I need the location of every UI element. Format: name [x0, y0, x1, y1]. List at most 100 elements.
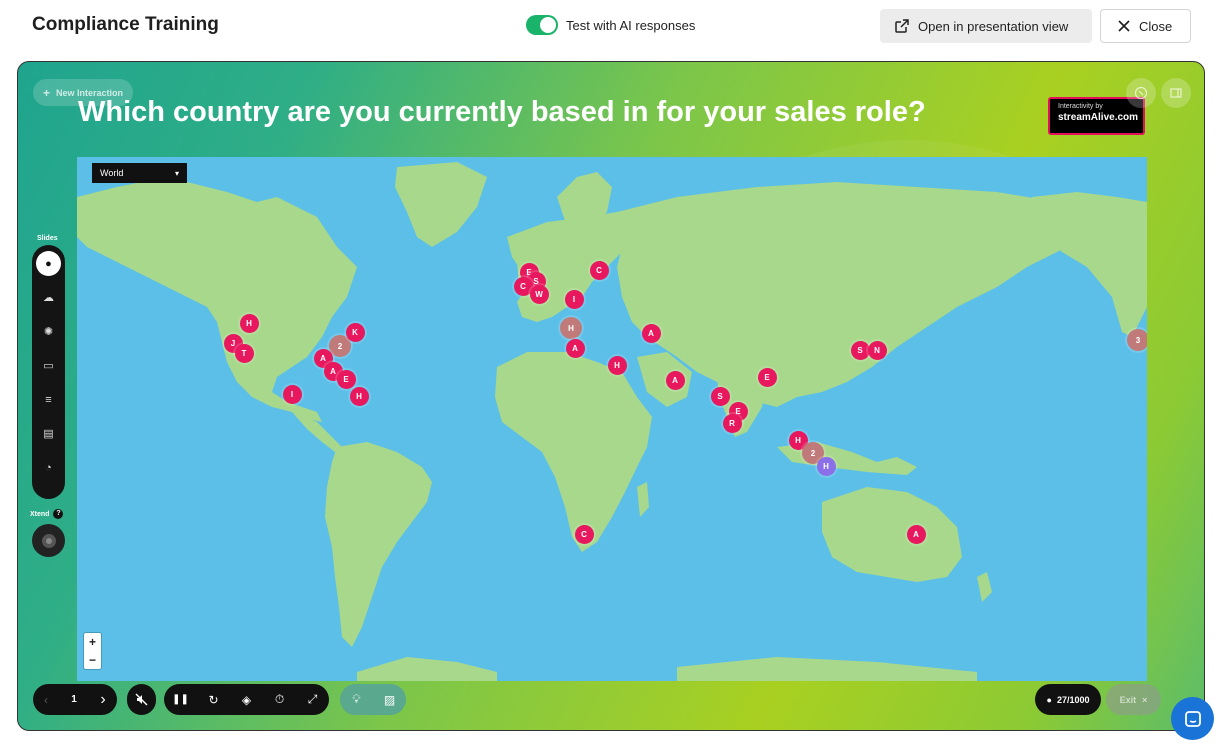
- present-label: Open in presentation view: [918, 18, 1069, 34]
- mute-button[interactable]: [127, 684, 156, 715]
- zoom-in-button[interactable]: +: [84, 633, 101, 651]
- layers-icon: ◈: [241, 692, 252, 707]
- close-icon: ×: [1142, 694, 1148, 705]
- comments-icon: ▤: [43, 428, 54, 440]
- map-marker[interactable]: C: [574, 524, 594, 544]
- toggle-knob: [540, 17, 556, 33]
- slide-comments[interactable]: ▤: [36, 421, 61, 446]
- map-marker[interactable]: H: [239, 313, 259, 333]
- slides-label: Slides: [37, 235, 58, 242]
- map-marker-cluster[interactable]: 3: [1127, 329, 1147, 351]
- close-label: Close: [1139, 18, 1173, 34]
- slide-chat[interactable]: ▭: [36, 353, 61, 378]
- reset-button[interactable]: ↻: [197, 684, 230, 715]
- ai-toggle-label: Test with AI responses: [566, 17, 696, 33]
- close-icon: [1118, 20, 1130, 32]
- xtend-label-group: Xtend ?: [30, 509, 64, 519]
- pie-icon: ◔: [45, 461, 52, 474]
- image-icon: ▨: [383, 692, 396, 707]
- world-map[interactable]: World ▾ + − HJT2KAAEHIESCWCIHAAHAESERH2H…: [77, 157, 1147, 681]
- presentation-stage: + New Interaction Which country are you …: [17, 61, 1205, 731]
- mute-icon: [135, 693, 148, 706]
- slides-rail: ● ☁ ✺ ▭ ≡ ▤ ◔: [32, 245, 65, 499]
- plus-icon: +: [43, 85, 51, 100]
- map-marker[interactable]: S: [850, 340, 870, 360]
- reset-icon: ↻: [208, 692, 219, 707]
- participants-count: 27/1000: [1056, 694, 1090, 705]
- chevron-down-icon: ▾: [174, 168, 179, 178]
- map-marker[interactable]: N: [867, 340, 887, 360]
- map-marker[interactable]: E: [757, 367, 777, 387]
- ai-toggle-group[interactable]: Test with AI responses: [526, 15, 695, 35]
- map-marker[interactable]: H: [607, 355, 627, 375]
- map-marker[interactable]: H: [816, 456, 836, 476]
- map-marker[interactable]: E: [336, 369, 356, 389]
- slide-wheel[interactable]: ✺: [36, 319, 61, 344]
- expand-icon: ⤢: [307, 692, 318, 706]
- map-marker[interactable]: C: [589, 260, 609, 280]
- map-marker[interactable]: S: [710, 386, 730, 406]
- map-marker-cluster[interactable]: H: [560, 317, 582, 339]
- open-presentation-button[interactable]: Open in presentation view: [880, 9, 1092, 43]
- user-icon: ●: [1046, 694, 1052, 705]
- close-button[interactable]: Close: [1100, 9, 1191, 43]
- participants-badge: ● 27/1000: [1035, 684, 1101, 715]
- exit-label: Exit: [1119, 694, 1137, 705]
- exit-button[interactable]: Exit ×: [1106, 684, 1161, 715]
- map-marker[interactable]: A: [641, 323, 661, 343]
- ai-responses-toggle[interactable]: [526, 15, 558, 35]
- map-marker[interactable]: W: [529, 284, 549, 304]
- playback-controls: ❚❚ ↻ ◈ ⏱ ⤢: [164, 684, 329, 715]
- region-dropdown[interactable]: World ▾: [92, 163, 187, 183]
- pager: ‹ 1 ›: [33, 684, 117, 715]
- region-value: World: [100, 168, 124, 178]
- swap-icon: [1134, 86, 1148, 100]
- slide-map-pin[interactable]: ●: [36, 251, 61, 276]
- xtend-button[interactable]: [32, 524, 65, 557]
- chevron-right-icon: ›: [100, 690, 106, 708]
- support-chat-button[interactable]: [1171, 697, 1214, 740]
- help-icon[interactable]: ?: [53, 509, 64, 519]
- settings-round-button[interactable]: [1126, 78, 1156, 108]
- pause-button[interactable]: ❚❚: [164, 684, 197, 715]
- pause-icon: ❚❚: [172, 694, 189, 705]
- logo-brand: streamAlive.com: [1058, 112, 1139, 123]
- slide-bar-chart[interactable]: ≡: [36, 387, 61, 412]
- map-marker[interactable]: A: [665, 370, 685, 390]
- lightbulb-icon: 💡︎: [352, 692, 361, 706]
- next-slide-button[interactable]: ›: [89, 684, 117, 715]
- slide-pie[interactable]: ◔: [36, 455, 61, 480]
- top-bar: Compliance Training Test with AI respons…: [0, 0, 1218, 52]
- wheel-icon: ✺: [43, 326, 54, 338]
- zoom-out-button[interactable]: −: [84, 651, 101, 669]
- external-link-icon: [895, 19, 909, 33]
- fullscreen-button[interactable]: ⤢: [296, 684, 329, 715]
- map-marker[interactable]: R: [722, 413, 742, 433]
- map-marker[interactable]: I: [282, 384, 302, 404]
- page-number: 1: [71, 694, 77, 705]
- chat-icon: ▭: [43, 360, 54, 372]
- layers-button[interactable]: ◈: [230, 684, 263, 715]
- map-marker[interactable]: K: [345, 322, 365, 342]
- prev-slide-button[interactable]: ‹: [33, 684, 59, 715]
- chevron-left-icon: ‹: [44, 692, 48, 707]
- chat-icon: [1184, 710, 1201, 727]
- image-button[interactable]: ▨: [373, 684, 406, 715]
- map-marker[interactable]: I: [564, 289, 584, 309]
- bar-chart-icon: ≡: [45, 393, 52, 406]
- zoom-controls: + −: [84, 633, 101, 669]
- map-marker[interactable]: A: [565, 338, 585, 358]
- map-marker[interactable]: A: [906, 524, 926, 544]
- map-marker[interactable]: T: [234, 343, 254, 363]
- panel-toggle-button[interactable]: [1161, 78, 1191, 108]
- cloud-icon: ☁: [43, 292, 54, 304]
- sidebar-icon: [1170, 88, 1182, 98]
- idea-button[interactable]: 💡︎: [340, 684, 373, 715]
- map-marker[interactable]: H: [349, 386, 369, 406]
- map-land-svg: [77, 162, 1147, 681]
- slide-wordcloud[interactable]: ☁: [36, 285, 61, 310]
- map-pin-icon: ●: [45, 257, 52, 270]
- timer-button[interactable]: ⏱: [263, 684, 296, 715]
- timer-icon: ⏱: [274, 692, 285, 706]
- xtend-label: Xtend: [30, 510, 50, 518]
